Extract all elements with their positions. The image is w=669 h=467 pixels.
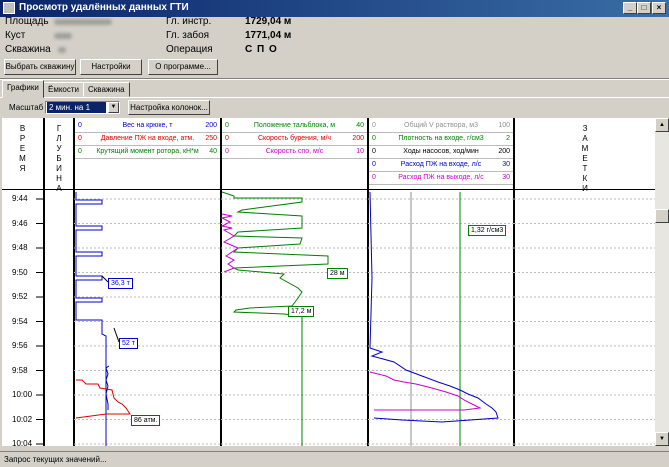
time-label: 10:00 <box>12 390 33 399</box>
title-bar: Просмотр удалённых данных ГТИ _ □ × <box>0 0 669 17</box>
columns-settings-button[interactable]: Настройка колонок... <box>128 100 210 115</box>
operation-label: Операция <box>166 44 213 55</box>
tab-tanks[interactable]: Ёмкости <box>43 82 85 97</box>
bottom-depth-label: Гл. забоя <box>166 30 210 41</box>
plot-canvas <box>36 191 655 446</box>
spo-speed-curve <box>220 213 240 273</box>
block-annotation-1: 28 м <box>327 268 348 279</box>
time-label: 9:54 <box>12 316 28 326</box>
tool-depth-value: 1729,04 м <box>245 16 292 27</box>
chevron-down-icon[interactable]: ▼ <box>108 102 119 113</box>
weight-annotation-1: 36,3 т <box>108 278 133 289</box>
pressure-curve <box>75 379 131 419</box>
select-well-button[interactable]: Выбрать скважину <box>4 59 76 75</box>
operation-value: С П О <box>245 44 278 55</box>
minimize-button[interactable]: _ <box>623 2 637 14</box>
tool-depth-label: Гл. инстр. <box>166 16 212 27</box>
scale-select[interactable]: 2 мин. на 1 ▼ <box>45 101 120 114</box>
time-label: 9:56 <box>12 341 28 350</box>
pressure-annotation: 86 атм. <box>131 415 161 426</box>
scroll-down-icon[interactable]: ▼ <box>655 432 669 446</box>
area-label: Площадь <box>5 16 49 27</box>
time-label: 10:04 <box>12 439 33 448</box>
density-annotation: 1,32 г/см3 <box>468 225 507 236</box>
app-icon <box>3 2 15 14</box>
area-value-redacted <box>54 19 112 25</box>
scale-select-value: 2 мин. на 1 <box>47 102 106 113</box>
settings-button[interactable]: Настройки <box>80 59 142 75</box>
weight-annotation-2: 52 т <box>119 338 138 349</box>
time-label: 9:58 <box>12 365 28 375</box>
block-annotation-2: 17,2 м <box>288 306 315 317</box>
time-label: 9:48 <box>12 243 28 252</box>
about-button[interactable]: О программе... <box>148 59 218 75</box>
flow-out-curve <box>369 371 482 411</box>
well-value-redacted <box>58 47 66 53</box>
chart-area: В Р Е М Я Г Л У Б И Н А 0 Вес на крюке, т… <box>2 118 655 448</box>
bush-value-redacted <box>54 33 72 39</box>
block-position-curve <box>221 191 329 446</box>
time-label: 9:44 <box>12 194 28 203</box>
vertical-scrollbar[interactable]: ▲ ▼ <box>655 118 669 446</box>
hook-weight-curve <box>75 192 107 446</box>
scroll-up-icon[interactable]: ▲ <box>655 118 669 132</box>
well-label: Скважина <box>5 44 51 55</box>
time-label: 10:02 <box>12 414 33 424</box>
close-button[interactable]: × <box>652 2 666 14</box>
status-bar: Запрос текущих значений... <box>0 451 669 467</box>
window-title: Просмотр удалённых данных ГТИ <box>19 2 189 13</box>
maximize-button[interactable]: □ <box>637 2 651 14</box>
scale-label: Масштаб <box>9 103 44 112</box>
tab-well[interactable]: Скважина <box>83 82 130 97</box>
time-label: 9:50 <box>12 267 28 277</box>
tab-graphs[interactable]: Графики <box>2 80 44 98</box>
bush-label: Куст <box>5 30 26 41</box>
time-label: 9:46 <box>12 218 28 228</box>
time-label: 9:52 <box>12 292 28 301</box>
scroll-thumb[interactable] <box>655 209 669 223</box>
separator <box>0 78 669 80</box>
bottom-depth-value: 1771,04 м <box>245 30 292 41</box>
